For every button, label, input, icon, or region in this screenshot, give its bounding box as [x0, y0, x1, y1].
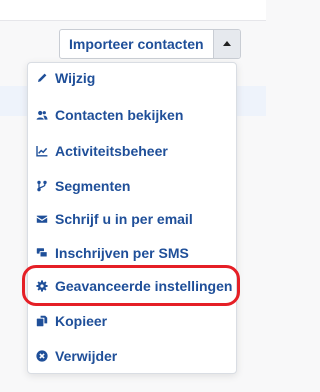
remove-icon	[36, 350, 48, 362]
menu-item-label: Schrijf u in per email	[55, 211, 193, 227]
sms-icon	[36, 247, 48, 259]
menu-item-schrijf-email[interactable]: Schrijf u in per email	[36, 209, 193, 229]
menu-item-inschrijven-sms[interactable]: Inschrijven per SMS	[36, 243, 189, 263]
top-bar	[0, 0, 266, 21]
users-icon	[36, 109, 48, 121]
menu-item-label: Inschrijven per SMS	[55, 245, 189, 261]
menu-item-label: Activiteitsbeheer	[55, 143, 168, 159]
gear-icon	[36, 280, 48, 292]
import-contacts-label: Importeer contacten	[69, 36, 204, 52]
menu-item-kopieer[interactable]: Kopieer	[36, 311, 107, 331]
import-contacts-split-button[interactable]: Importeer contacten	[59, 29, 241, 59]
menu-item-label: Wijzig	[55, 70, 96, 86]
menu-item-label: Segmenten	[55, 178, 131, 194]
actions-dropdown-menu: Wijzig Contacten bekijken Activiteitsbeh…	[27, 62, 237, 374]
menu-item-wijzig[interactable]: Wijzig	[36, 68, 95, 88]
copy-icon	[36, 315, 48, 327]
activity-chart-icon	[36, 145, 48, 157]
import-contacts-button[interactable]: Importeer contacten	[60, 30, 214, 58]
menu-item-label: Contacten bekijken	[55, 107, 184, 123]
menu-item-label: Geavanceerde instellingen	[55, 278, 233, 294]
menu-item-segmenten[interactable]: Segmenten	[36, 176, 130, 196]
pencil-icon	[36, 72, 48, 84]
caret-up-icon	[222, 41, 231, 46]
menu-item-contacten-bekijken[interactable]: Contacten bekijken	[36, 105, 183, 125]
envelope-icon	[36, 213, 48, 225]
menu-item-activiteitsbeheer[interactable]: Activiteitsbeheer	[36, 141, 168, 161]
menu-item-verwijder[interactable]: Verwijder	[36, 346, 117, 366]
dropdown-toggle-button[interactable]	[213, 30, 240, 58]
menu-item-label: Verwijder	[55, 348, 118, 364]
menu-item-geavanceerde-instellingen[interactable]: Geavanceerde instellingen	[36, 276, 232, 296]
segments-icon	[36, 180, 48, 192]
menu-item-label: Kopieer	[55, 313, 108, 329]
